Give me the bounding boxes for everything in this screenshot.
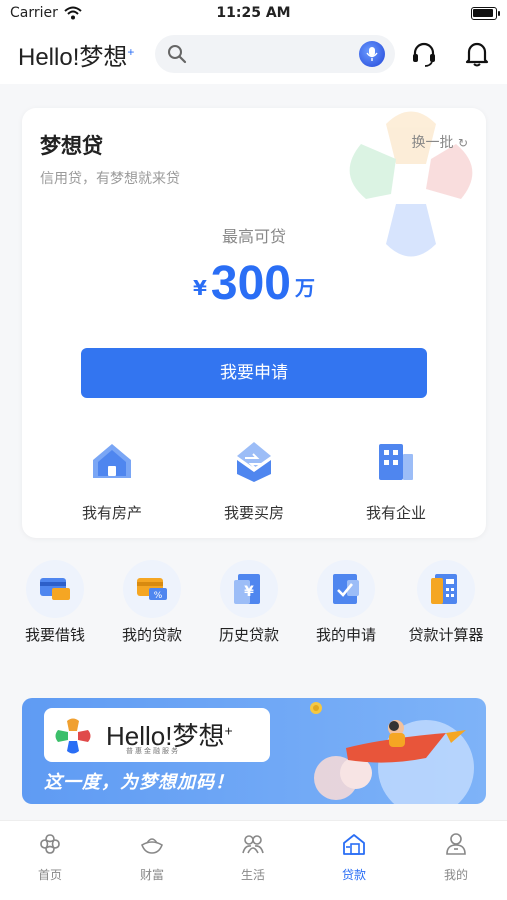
top-header: Hello!梦想+ [0, 28, 507, 84]
house-icon [93, 444, 131, 478]
quick-action-label: 历史贷款 [218, 626, 279, 644]
feature-own-property[interactable]: 我有房产 [52, 438, 172, 523]
logo-plus-mark: + [127, 45, 135, 59]
banner-tagline: 普惠金融服务 [126, 747, 180, 755]
max-loan-label: 最高可贷 [221, 227, 286, 246]
banner-slogan: 这一度，为梦想加码！ [44, 772, 234, 793]
feature-label: 我要买房 [223, 504, 284, 522]
bottom-tab-bar: 首页 财富 生活 贷款 我的 [0, 820, 507, 900]
loan-card: 梦想贷 信用贷，有梦想就来贷 换一批 ↻ 最高可贷 ¥300 万 我要申请 我有房… [22, 108, 486, 538]
quick-action-my-loans[interactable]: % 我的贷款 [102, 560, 202, 645]
quick-action-borrow[interactable]: 我要借钱 [5, 560, 105, 645]
search-input[interactable] [197, 41, 347, 67]
banner-brand-mark: + [224, 722, 233, 739]
card-borrow-icon [26, 560, 84, 618]
tab-wealth[interactable]: 财富 [112, 831, 192, 883]
loan-amount: ¥300 万 [22, 256, 486, 311]
logo-text: Hello!梦想 [18, 44, 128, 71]
feature-label: 我有企业 [365, 504, 426, 522]
amount-value: 300 [210, 257, 291, 310]
profile-icon [446, 833, 466, 855]
feature-own-business[interactable]: 我有企业 [336, 438, 456, 523]
status-bar: Carrier 11:25 AM [0, 0, 507, 28]
search-icon [167, 44, 187, 68]
tab-home[interactable]: 首页 [10, 831, 90, 883]
buy-house-icon [237, 442, 271, 482]
life-icon [242, 835, 264, 854]
card-subtitle: 信用贷，有梦想就来贷 [40, 171, 180, 187]
tab-profile[interactable]: 我的 [416, 831, 496, 883]
svg-text:¥: ¥ [244, 584, 254, 600]
clover-logo-icon [55, 718, 91, 754]
currency-symbol: ¥ [192, 276, 207, 300]
headset-icon[interactable] [410, 40, 438, 72]
history-yen-icon: ¥ [220, 560, 278, 618]
tab-label: 首页 [37, 868, 62, 882]
quick-action-label: 我的贷款 [121, 626, 182, 644]
refresh-icon: ↻ [457, 136, 468, 150]
tab-loan[interactable]: 贷款 [314, 831, 394, 883]
svg-text:%: % [154, 591, 163, 601]
microphone-icon[interactable] [359, 41, 385, 67]
quick-action-calculator[interactable]: 贷款计算器 [396, 560, 496, 645]
promo-banner[interactable]: Hello!梦想+ 普惠金融服务 这一度，为梦想加码！ [22, 698, 486, 804]
tab-label: 我的 [443, 868, 468, 882]
tab-life[interactable]: 生活 [213, 831, 293, 883]
battery-icon [471, 7, 500, 20]
quick-action-label: 贷款计算器 [408, 626, 484, 644]
quick-action-label: 我要借钱 [24, 626, 85, 644]
quick-action-loan-history[interactable]: ¥ 历史贷款 [199, 560, 299, 645]
tab-label: 贷款 [341, 868, 366, 882]
home-icon [40, 834, 60, 854]
rocket-rider-illustration [310, 702, 474, 804]
card-title: 梦想贷 [40, 134, 103, 158]
card-percent-icon: % [123, 560, 181, 618]
feature-label: 我有房产 [81, 504, 142, 522]
quick-action-my-applications[interactable]: 我的申请 [296, 560, 396, 645]
clock: 11:25 AM [216, 5, 291, 21]
apply-button[interactable]: 我要申请 [81, 348, 427, 398]
building-icon [379, 444, 413, 480]
amount-unit: 万 [295, 276, 315, 300]
application-check-icon [317, 560, 375, 618]
search-bar[interactable] [155, 35, 395, 73]
refresh-button[interactable]: 换一批 ↻ [411, 132, 468, 152]
tab-label: 生活 [240, 868, 265, 882]
wealth-icon [141, 838, 163, 854]
calculator-icon [417, 560, 475, 618]
tab-label: 财富 [139, 868, 164, 882]
refresh-label: 换一批 [411, 135, 454, 151]
bell-icon[interactable] [464, 40, 490, 72]
loan-icon [343, 834, 365, 855]
quick-action-label: 我的申请 [315, 626, 376, 644]
app-logo: Hello!梦想+ [18, 37, 134, 72]
brand-pill: Hello!梦想+ 普惠金融服务 [44, 708, 270, 762]
feature-buy-house[interactable]: 我要买房 [194, 438, 314, 523]
